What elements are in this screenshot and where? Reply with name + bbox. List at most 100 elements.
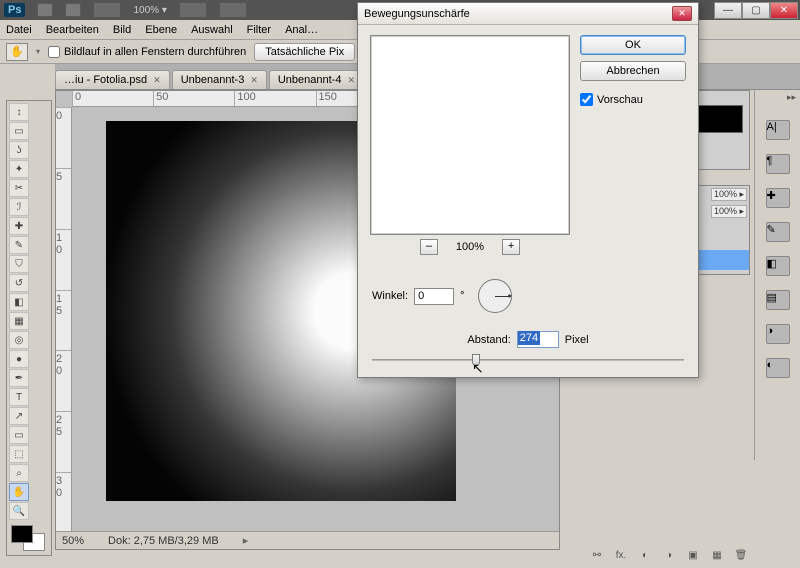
tab-label: Unbenannt-4 xyxy=(278,74,342,86)
wand-tool-icon[interactable]: ✦ xyxy=(9,160,29,178)
close-icon[interactable]: ✕ xyxy=(250,75,258,86)
angle-degree: ° xyxy=(460,290,464,302)
link-layers-icon[interactable]: ⚯ xyxy=(590,550,604,562)
document-tab[interactable]: …iu - Fotolia.psd ✕ xyxy=(55,70,170,89)
adjustment-layer-icon[interactable]: ◑ xyxy=(662,550,676,562)
clone-panel-icon[interactable]: ✚ xyxy=(766,188,790,208)
zoom-tool-icon[interactable]: 🔍 xyxy=(9,502,29,520)
path-tool-icon[interactable]: ↗ xyxy=(9,407,29,425)
close-icon[interactable]: ✕ xyxy=(153,75,161,86)
fill-value[interactable]: 100% ▸ xyxy=(711,205,747,218)
mask-icon[interactable]: ◐ xyxy=(638,550,652,562)
viewmode-dropdown[interactable] xyxy=(93,2,121,18)
window-minimize-button[interactable]: — xyxy=(714,2,742,19)
arrange-dropdown[interactable] xyxy=(179,2,207,18)
toolbox: ↕ ▭ ʖ ✦ ✂ ℐ ✚ ✎ ⛉ ↺ ◧ ▦ ◎ ● ✒ T ↗ ▭ ⬚ ⌕ … xyxy=(6,100,52,556)
heal-tool-icon[interactable]: ✚ xyxy=(9,217,29,235)
history-brush-tool-icon[interactable]: ↺ xyxy=(9,274,29,292)
document-tab[interactable]: Unbenannt-4 ✕ xyxy=(269,70,364,89)
actual-pixels-button[interactable]: Tatsächliche Pix xyxy=(254,43,355,61)
move-tool-icon[interactable]: ↕ xyxy=(9,103,29,121)
zoom-in-button[interactable]: + xyxy=(502,239,520,255)
eyedropper-tool-icon[interactable]: ℐ xyxy=(9,198,29,216)
color-swatches[interactable] xyxy=(9,525,49,553)
menu-bild[interactable]: Bild xyxy=(113,24,131,36)
eraser-tool-icon[interactable]: ◧ xyxy=(9,293,29,311)
zoom-out-button[interactable]: – xyxy=(420,239,438,255)
layers-panel-icon[interactable]: ◧ xyxy=(766,256,790,276)
crop-tool-icon[interactable]: ✂ xyxy=(9,179,29,197)
dialog-close-button[interactable]: ✕ xyxy=(672,6,692,21)
window-maximize-button[interactable]: ▢ xyxy=(742,2,770,19)
menu-analyse[interactable]: Anal… xyxy=(285,24,318,36)
zoom-level[interactable]: 100% ▾ xyxy=(133,5,166,16)
slider-thumb[interactable] xyxy=(472,354,480,366)
layer-panel-footer: ⚯ fx. ◐ ◑ ▣ ▦ 🗑 xyxy=(590,550,748,562)
angle-wheel[interactable] xyxy=(478,279,512,313)
ok-button[interactable]: OK xyxy=(580,35,686,55)
fx-icon[interactable]: fx. xyxy=(614,550,628,562)
pen-tool-icon[interactable]: ✒ xyxy=(9,369,29,387)
distance-slider[interactable] xyxy=(372,354,684,366)
angle-input[interactable] xyxy=(414,288,454,305)
adjustments-panel-icon[interactable]: ◐ xyxy=(766,358,790,378)
menu-bearbeiten[interactable]: Bearbeiten xyxy=(46,24,99,36)
preview-checkbox[interactable]: Vorschau xyxy=(580,93,686,106)
tab-label: Unbenannt-3 xyxy=(181,74,245,86)
preview-zoom-value: 100% xyxy=(456,241,484,253)
status-docsize: Dok: 2,75 MB/3,29 MB xyxy=(108,535,219,547)
filter-preview[interactable] xyxy=(370,35,570,235)
trash-icon[interactable]: 🗑 xyxy=(734,550,748,562)
character-panel-icon[interactable]: A| xyxy=(766,120,790,140)
screenmode-dropdown[interactable] xyxy=(219,2,247,18)
app-logo: Ps xyxy=(4,3,25,17)
tab-label: …iu - Fotolia.psd xyxy=(64,74,147,86)
menu-ebene[interactable]: Ebene xyxy=(145,24,177,36)
layer-selected[interactable] xyxy=(691,250,749,270)
menu-filter[interactable]: Filter xyxy=(247,24,271,36)
lasso-tool-icon[interactable]: ʖ xyxy=(9,141,29,159)
paths-panel-icon[interactable]: ◑ xyxy=(766,324,790,344)
distance-label: Abstand: xyxy=(467,334,510,346)
minibridge-icon[interactable] xyxy=(65,3,81,17)
scroll-all-checkbox[interactable]: Bildlauf in allen Fenstern durchführen xyxy=(48,46,246,58)
blur-tool-icon[interactable]: ◎ xyxy=(9,331,29,349)
hand-tool-icon[interactable]: ✋ xyxy=(6,43,28,61)
panel-dock: ▸▸ A| ¶ ✚ ✎ ◧ ▤ ◑ ◐ xyxy=(754,90,800,460)
angle-label: Winkel: xyxy=(372,290,408,302)
stamp-tool-icon[interactable]: ⛉ xyxy=(9,255,29,273)
marquee-tool-icon[interactable]: ▭ xyxy=(9,122,29,140)
ruler-vertical: 051 01 52 02 53 0 xyxy=(56,107,72,533)
dodge-tool-icon[interactable]: ● xyxy=(9,350,29,368)
new-layer-icon[interactable]: ▦ xyxy=(710,550,724,562)
menu-auswahl[interactable]: Auswahl xyxy=(191,24,233,36)
group-icon[interactable]: ▣ xyxy=(686,550,700,562)
bridge-icon[interactable] xyxy=(37,3,53,17)
distance-input[interactable]: 274 xyxy=(517,331,559,348)
dialog-title: Bewegungsunschärfe xyxy=(364,8,470,20)
3d-tool-icon[interactable]: ⬚ xyxy=(9,445,29,463)
panel-layers-mini[interactable]: 100% ▸ 100% ▸ xyxy=(690,185,750,275)
menu-datei[interactable]: Datei xyxy=(6,24,32,36)
brush-panel-icon[interactable]: ✎ xyxy=(766,222,790,242)
type-tool-icon[interactable]: T xyxy=(9,388,29,406)
status-zoom[interactable]: 50% xyxy=(62,535,84,547)
expand-dock-icon[interactable]: ▸▸ xyxy=(787,92,796,103)
preview-checkbox-label: Vorschau xyxy=(597,94,643,106)
shape-tool-icon[interactable]: ▭ xyxy=(9,426,29,444)
gradient-tool-icon[interactable]: ▦ xyxy=(9,312,29,330)
scroll-all-label: Bildlauf in allen Fenstern durchführen xyxy=(64,46,246,58)
panel-thumbnail[interactable] xyxy=(690,90,750,170)
close-icon[interactable]: ✕ xyxy=(347,75,355,86)
paragraph-panel-icon[interactable]: ¶ xyxy=(766,154,790,174)
brush-tool-icon[interactable]: ✎ xyxy=(9,236,29,254)
cancel-button[interactable]: Abbrechen xyxy=(580,61,686,81)
distance-unit: Pixel xyxy=(565,334,589,346)
hand-tool-icon[interactable]: ✋ xyxy=(9,483,29,501)
window-close-button[interactable]: ✕ xyxy=(770,2,798,19)
foreground-color-swatch[interactable] xyxy=(11,525,33,543)
document-tab[interactable]: Unbenannt-3 ✕ xyxy=(172,70,267,89)
channels-panel-icon[interactable]: ▤ xyxy=(766,290,790,310)
camera-tool-icon[interactable]: ⌕ xyxy=(9,464,29,482)
opacity-value[interactable]: 100% ▸ xyxy=(711,188,747,201)
